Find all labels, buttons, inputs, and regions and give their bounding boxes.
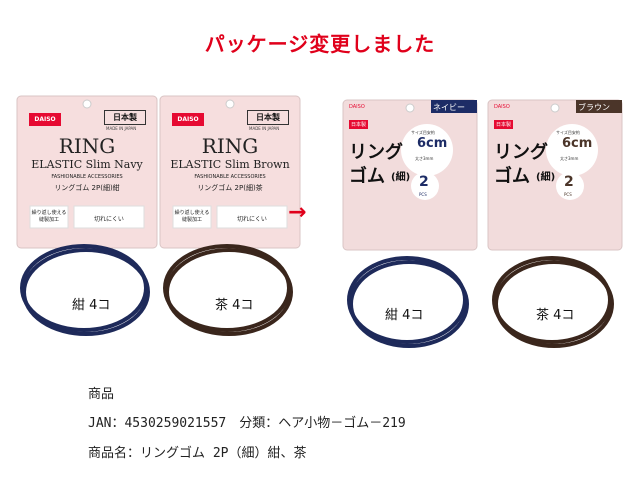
package-name-jp: リングゴム 2P(細)紺: [54, 184, 120, 192]
count-value: 2: [564, 174, 574, 190]
feature-text: 繰り返し使える縫製加工: [174, 210, 210, 223]
package-title: RING: [201, 134, 259, 158]
package-title-line1: リング: [494, 142, 548, 163]
color-caption: 茶 4コ: [536, 308, 575, 323]
made-in-japan-badge: 日本製: [104, 110, 146, 125]
info-section-label: 商品: [88, 387, 115, 402]
brand-logo: DAISO: [172, 113, 204, 126]
package-title-paren: (細): [536, 172, 556, 183]
size-value: 6cm: [562, 136, 593, 151]
package-title-paren: (細): [391, 172, 411, 183]
color-tag: ブラウン: [578, 103, 610, 112]
count-unit: PCS: [419, 192, 427, 197]
thickness-text: 太さ3mm: [415, 156, 434, 161]
made-in-text: MADE IN JAPAN: [106, 126, 137, 131]
count-unit: PCS: [564, 192, 572, 197]
made-in-japan-badge: 日本製: [349, 120, 369, 129]
package-subtitle: ELASTIC Slim Brown: [170, 158, 290, 171]
color-caption: 茶 4コ: [215, 298, 254, 313]
package-title-line1: リング: [349, 142, 403, 163]
count-value: 2: [419, 174, 429, 190]
package-title-line2: ゴム: [349, 166, 385, 187]
made-in-japan-badge: 日本製: [247, 110, 289, 125]
package-name-jp: リングゴム 2P(細)茶: [197, 184, 263, 192]
info-jan-line: JAN：4530259021557 分類：ヘア小物－ゴム－219: [88, 416, 406, 431]
new-package-brown: DAISO 日本製 ブラウン リング ゴム (細) サイズ目安約 6cm 太さ3…: [480, 88, 630, 360]
color-caption: 紺 4コ: [385, 308, 424, 323]
ring-elastic: [22, 248, 150, 336]
package-illustration: [159, 95, 301, 336]
new-package-navy: DAISO 日本製 ネイビー リング ゴム (細) サイズ目安約 6cm 太さ3…: [335, 88, 485, 360]
color-tag: ネイビー: [433, 103, 465, 112]
color-caption: 紺 4コ: [72, 298, 111, 313]
brand-logo: DAISO: [349, 104, 365, 110]
brand-logo: DAISO: [494, 104, 510, 110]
package-subtitle: ELASTIC Slim Navy: [31, 158, 143, 171]
ring-elastic: [165, 248, 293, 336]
brand-logo: DAISO: [29, 113, 61, 126]
package-title: RING: [58, 134, 116, 158]
old-package-navy: DAISO 日本製 MADE IN JAPAN RING ELASTIC Sli…: [12, 88, 162, 360]
feature-text: 繰り返し使える縫製加工: [31, 210, 67, 223]
arrow-right-icon: →: [288, 200, 307, 225]
old-package-brown: DAISO 日本製 MADE IN JAPAN RING ELASTIC Sli…: [155, 88, 305, 360]
accessories-text: FASHIONABLE ACCESSORIES: [194, 174, 266, 180]
made-in-japan-badge: 日本製: [494, 120, 514, 129]
made-in-text: MADE IN JAPAN: [249, 126, 280, 131]
package-illustration: [16, 95, 158, 336]
feature-text: 切れにくい: [237, 216, 267, 223]
size-value: 6cm: [417, 136, 448, 151]
info-name-line: 商品名：リングゴム 2P（細）紺、茶: [88, 446, 307, 461]
package-title-line2: ゴム: [494, 166, 530, 187]
thickness-text: 太さ3mm: [560, 156, 579, 161]
accessories-text: FASHIONABLE ACCESSORIES: [51, 174, 123, 180]
headline: パッケージ変更しました: [204, 32, 436, 56]
feature-text: 切れにくい: [94, 216, 124, 223]
